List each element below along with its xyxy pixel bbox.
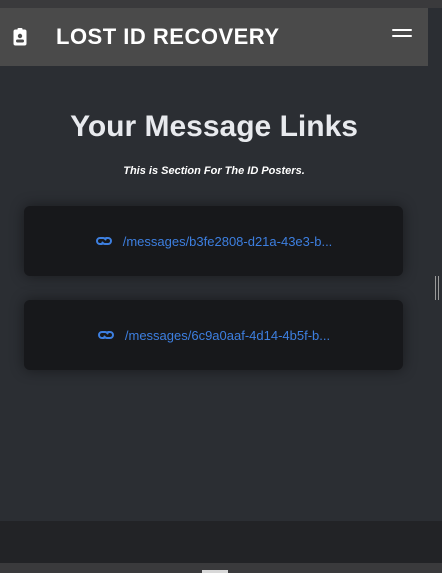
message-link-card[interactable]: /messages/6c9a0aaf-4d14-4b5f-b... [24,300,403,370]
footer [0,521,442,563]
link-icon [97,330,114,340]
navbar: LOST ID RECOVERY [0,8,428,66]
page-subtitle: This is Section For The ID Posters. [123,165,305,177]
top-browser-strip [0,0,442,8]
hamburger-menu-icon[interactable] [392,29,412,41]
message-link[interactable]: /messages/b3fe2808-d21a-43e3-b... [95,234,333,249]
id-badge-icon [13,28,27,46]
link-icon [95,236,112,246]
message-link-text[interactable]: /messages/b3fe2808-d21a-43e3-b... [123,234,333,249]
message-link[interactable]: /messages/6c9a0aaf-4d14-4b5f-b... [97,328,330,343]
app-window: LOST ID RECOVERY Your Message Links This… [0,0,442,573]
resize-handle[interactable] [435,276,439,300]
page-title: Your Message Links [70,110,358,143]
message-link-card[interactable]: /messages/b3fe2808-d21a-43e3-b... [24,206,403,276]
message-link-text[interactable]: /messages/6c9a0aaf-4d14-4b5f-b... [125,328,330,343]
brand-title[interactable]: LOST ID RECOVERY [56,24,280,50]
